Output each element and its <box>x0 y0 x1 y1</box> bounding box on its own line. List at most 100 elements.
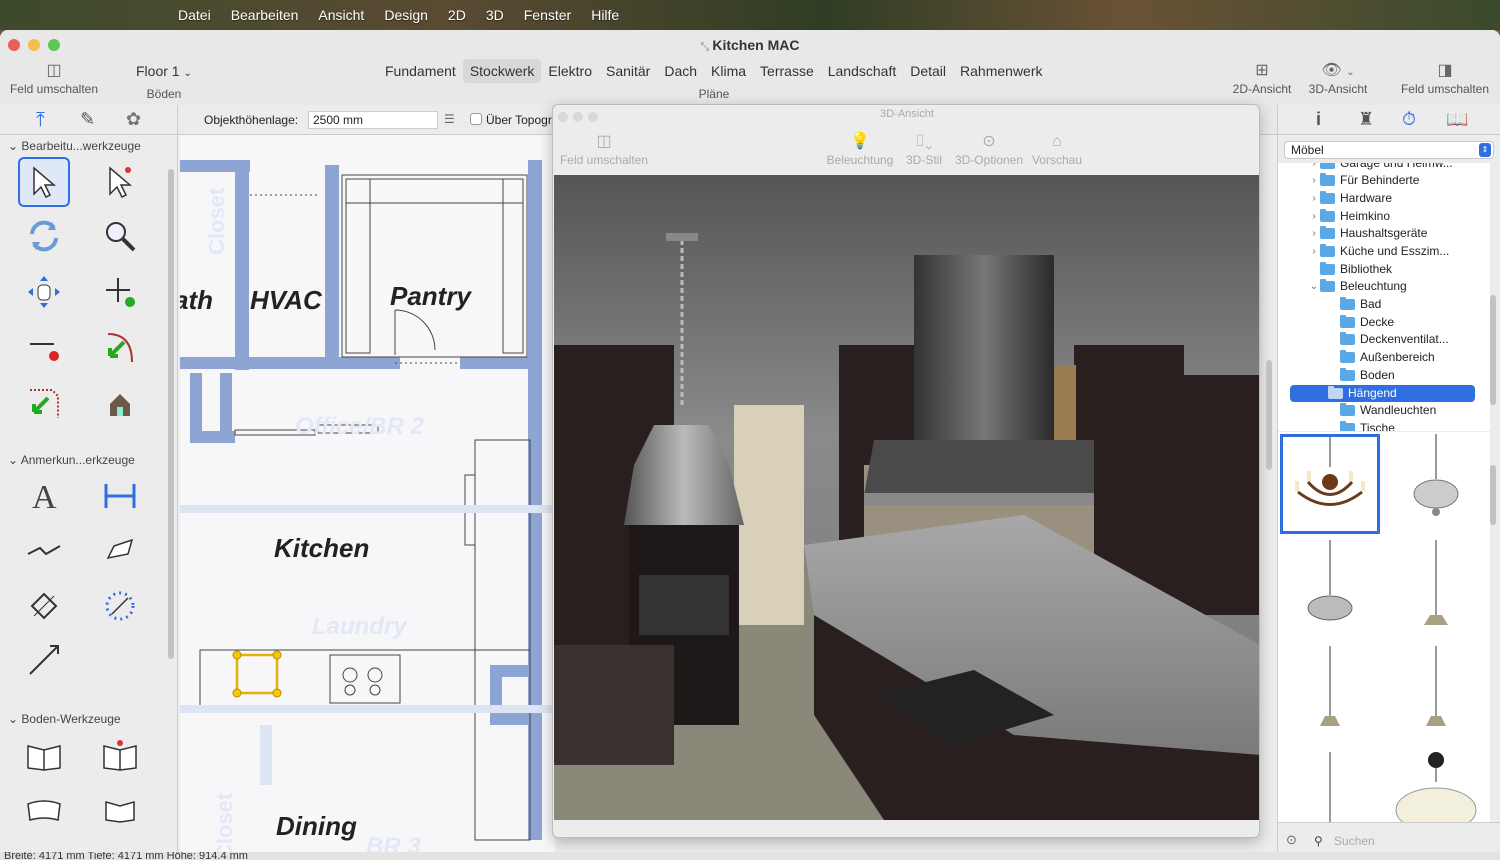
tree-item-bad[interactable]: Bad <box>1328 296 1381 313</box>
paint-tools-tab-icon[interactable]: ✎ <box>80 109 95 130</box>
info-icon[interactable]: i <box>1316 109 1321 130</box>
menu-fenster[interactable]: Fenster <box>524 7 571 23</box>
thumbnail-pendant-3[interactable] <box>1388 646 1484 746</box>
tree-item-haushaltsgeraete[interactable]: › Haushaltsgeräte <box>1308 225 1427 242</box>
ellipsis-circle-icon[interactable]: ⊙ <box>1286 832 1297 848</box>
tab-terrasse[interactable]: Terrasse <box>753 59 821 83</box>
book-icon[interactable]: 📖 <box>1446 109 1468 130</box>
floor-select[interactable]: Floor 1 ⌄ <box>128 59 198 83</box>
topography-checkbox[interactable] <box>470 113 482 125</box>
callout-icon <box>106 538 134 560</box>
delete-point-tool[interactable] <box>18 323 70 373</box>
right-panel-toggle-button[interactable]: ◨ Feld umschalten <box>1394 60 1496 96</box>
ellipsis-circle-icon: ⊙ <box>982 133 996 150</box>
tab-sanitaer[interactable]: Sanitär <box>599 59 657 83</box>
library-category-select[interactable]: Möbel ⇕ <box>1284 141 1494 159</box>
fillet-tool[interactable] <box>94 323 146 373</box>
floor-room-tool[interactable] <box>94 785 146 835</box>
thumbnail-globe-pendant[interactable] <box>1388 752 1484 822</box>
lighting-button[interactable]: 💡 Beleuchtung <box>823 131 897 167</box>
thumbnail-scrollbar[interactable] <box>1490 465 1496 525</box>
floor-special-tool[interactable] <box>94 731 146 781</box>
chair-icon[interactable]: ♜ <box>1358 109 1374 130</box>
tree-item-heimkino[interactable]: › Heimkino <box>1308 208 1390 225</box>
3d-options-button[interactable]: ⊙ 3D-Optionen <box>951 131 1027 167</box>
preview-button[interactable]: ⌂ Vorschau <box>1027 131 1087 167</box>
menu-design[interactable]: Design <box>384 7 428 23</box>
height-input[interactable]: 2500 mm <box>308 111 438 129</box>
stopwatch-icon[interactable]: ⏱ <box>1402 109 1416 130</box>
view-2d-button[interactable]: ⊞ 2D-Ansicht <box>1226 60 1298 96</box>
tree-item-decke[interactable]: Decke <box>1328 314 1394 331</box>
tab-elektro[interactable]: Elektro <box>541 59 599 83</box>
select-multiple-tool[interactable] <box>94 157 146 207</box>
floor-curve-tool[interactable] <box>18 785 70 835</box>
tab-stockwerk[interactable]: Stockwerk <box>462 59 542 83</box>
tree-item-boden[interactable]: Boden <box>1328 367 1395 384</box>
tree-item-haengend[interactable]: Hängend <box>1290 385 1475 402</box>
3d-panel-toggle-button[interactable]: ◫ Feld umschalten <box>555 131 653 167</box>
tree-item-garage[interactable]: › Garage und Heimw... <box>1308 163 1453 172</box>
main-vertical-scrollbar[interactable] <box>1266 360 1272 470</box>
tree-item-kueche[interactable]: › Küche und Esszim... <box>1308 243 1449 260</box>
menu-3d[interactable]: 3D <box>486 7 504 23</box>
section-header-edit-tools[interactable]: ⌄ Bearbeitu...werkzeuge <box>0 139 141 153</box>
callout-tool[interactable] <box>94 525 146 575</box>
tab-landschaft[interactable]: Landschaft <box>821 59 904 83</box>
break-line-tool[interactable] <box>18 525 70 575</box>
thumbnail-chandelier-1[interactable] <box>1280 434 1380 534</box>
menu-datei[interactable]: Datei <box>178 7 211 23</box>
menu-ansicht[interactable]: Ansicht <box>318 7 364 23</box>
thumbnail-chandelier-2[interactable] <box>1388 434 1484 534</box>
tree-item-aussenbereich[interactable]: Außenbereich <box>1328 349 1435 366</box>
house-tool[interactable] <box>94 379 146 429</box>
tab-detail[interactable]: Detail <box>903 59 953 83</box>
menu-bearbeiten[interactable]: Bearbeiten <box>231 7 299 23</box>
section-header-floor-tools[interactable]: ⌄ Boden-Werkzeuge <box>0 712 121 726</box>
library-search-input[interactable]: ⚲ Suchen <box>1310 831 1488 851</box>
tab-klima[interactable]: Klima <box>704 59 753 83</box>
list-icon[interactable]: ☰ <box>444 112 455 126</box>
dimension-tool[interactable] <box>94 471 146 521</box>
tool-palette-scrollbar[interactable] <box>168 169 174 659</box>
thumbnail-pendant-2[interactable] <box>1280 646 1380 746</box>
arrow-tool[interactable] <box>18 635 70 685</box>
tree-item-beleuchtung[interactable]: ⌄ Beleuchtung <box>1308 278 1407 295</box>
tab-dach[interactable]: Dach <box>657 59 704 83</box>
menu-2d[interactable]: 2D <box>448 7 466 23</box>
tree-scrollbar[interactable] <box>1490 295 1496 405</box>
marquee-tool[interactable] <box>18 581 70 631</box>
3d-style-button[interactable]: ⌷⌄ 3D-Stil <box>899 131 949 167</box>
floor-plan-view[interactable]: ath HVAC Pantry Office/BR 2 Kitchen Laun… <box>180 135 555 860</box>
circle-select-tool[interactable] <box>94 581 146 631</box>
floor-tool[interactable] <box>18 731 70 781</box>
apple-menu-icon[interactable] <box>14 7 28 23</box>
hand-move-icon <box>28 276 60 308</box>
section-header-annotation-tools[interactable]: ⌄ Anmerkun...erkzeuge <box>0 453 135 467</box>
select-tools-tab-icon[interactable]: ⤒ <box>36 109 45 132</box>
view-3d-button[interactable]: 👁 ⌄ 3D-Ansicht <box>1302 60 1374 96</box>
rotate-tool[interactable] <box>18 211 70 261</box>
tree-item-wandleuchten[interactable]: Wandleuchten <box>1328 402 1436 419</box>
pan-tool[interactable] <box>18 267 70 317</box>
plant-tools-tab-icon[interactable]: ✿ <box>126 109 141 130</box>
tab-rahmenwerk[interactable]: Rahmenwerk <box>953 59 1049 83</box>
thumbnail-chandelier-3[interactable] <box>1280 540 1380 640</box>
tree-item-bibliothek[interactable]: Bibliothek <box>1308 261 1392 278</box>
chamfer-tool[interactable] <box>18 379 70 429</box>
menu-hilfe[interactable]: Hilfe <box>591 7 619 23</box>
left-panel-toggle-button[interactable]: ◫ Feld umschalten <box>4 60 104 96</box>
tree-item-behinderte[interactable]: › Für Behinderte <box>1308 172 1419 189</box>
tree-item-hardware[interactable]: › Hardware <box>1308 190 1392 207</box>
thumbnail-pendant-4[interactable] <box>1280 752 1380 822</box>
tab-fundament[interactable]: Fundament <box>378 59 463 83</box>
add-point-tool[interactable] <box>94 267 146 317</box>
zoom-tool[interactable] <box>94 211 146 261</box>
thumbnail-pendant-1[interactable] <box>1388 540 1484 640</box>
text-tool[interactable]: A <box>18 471 70 521</box>
tree-item-deckenventilator[interactable]: Deckenventilat... <box>1328 331 1449 348</box>
tree-item-tische[interactable]: Tische <box>1328 420 1395 431</box>
select-tool[interactable] <box>18 157 70 207</box>
chevron-down-icon: ⌄ <box>8 139 22 153</box>
3d-render-canvas[interactable] <box>554 175 1259 820</box>
